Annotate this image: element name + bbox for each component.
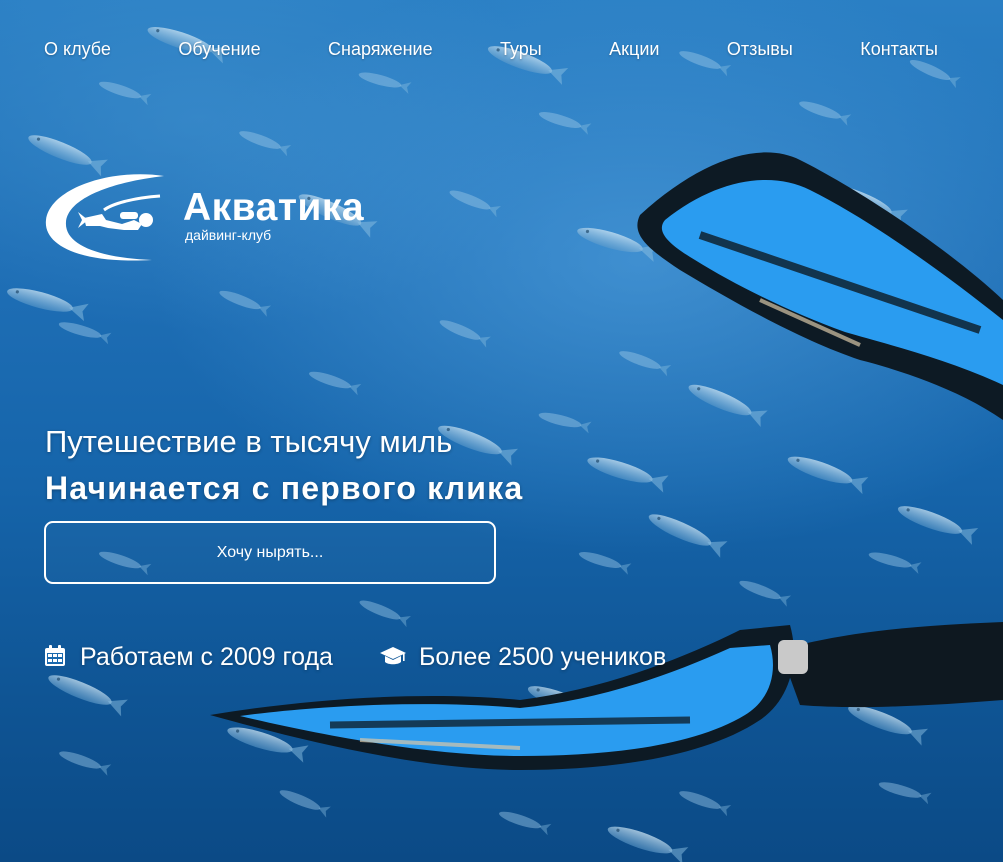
- logo-tagline: дайвинг-клуб: [185, 227, 272, 243]
- nav-link-contacts[interactable]: Контакты: [860, 38, 938, 60]
- feature-list: Работаем с 2009 года Более 2500 учеников: [44, 641, 712, 673]
- feature-text-years: Работаем с 2009 года: [80, 643, 333, 671]
- nav-link-training[interactable]: Обучение: [178, 38, 260, 60]
- hero-headline: Начинается с первого клика: [45, 470, 524, 506]
- diver-fin-upper: [637, 152, 1003, 420]
- hero-section: О клубе Обучение Снаряжение Туры Акции О…: [0, 0, 1003, 862]
- calendar-icon: [44, 645, 68, 669]
- dive-cta-button[interactable]: Хочу нырять...: [44, 521, 496, 584]
- nav-link-reviews[interactable]: Отзывы: [727, 38, 793, 60]
- nav-link-tours[interactable]: Туры: [500, 38, 542, 60]
- diver-swoosh-logo-icon: [45, 174, 165, 261]
- hero-subtitle: Путешествие в тысячу миль: [45, 424, 453, 459]
- main-nav: О клубе Обучение Снаряжение Туры Акции О…: [44, 38, 938, 60]
- graduation-cap-icon: [379, 645, 407, 669]
- nav-link-equipment[interactable]: Снаряжение: [328, 38, 433, 60]
- logo[interactable]: Акватика дайвинг-клуб: [42, 168, 402, 268]
- feature-item-years: Работаем с 2009 года: [44, 642, 333, 672]
- logo-brand-name: Акватика: [183, 186, 365, 229]
- feature-item-students: Более 2500 учеников: [379, 642, 666, 672]
- nav-link-about[interactable]: О клубе: [44, 38, 111, 60]
- feature-text-students: Более 2500 учеников: [418, 643, 667, 671]
- nav-link-promotions[interactable]: Акции: [609, 38, 659, 60]
